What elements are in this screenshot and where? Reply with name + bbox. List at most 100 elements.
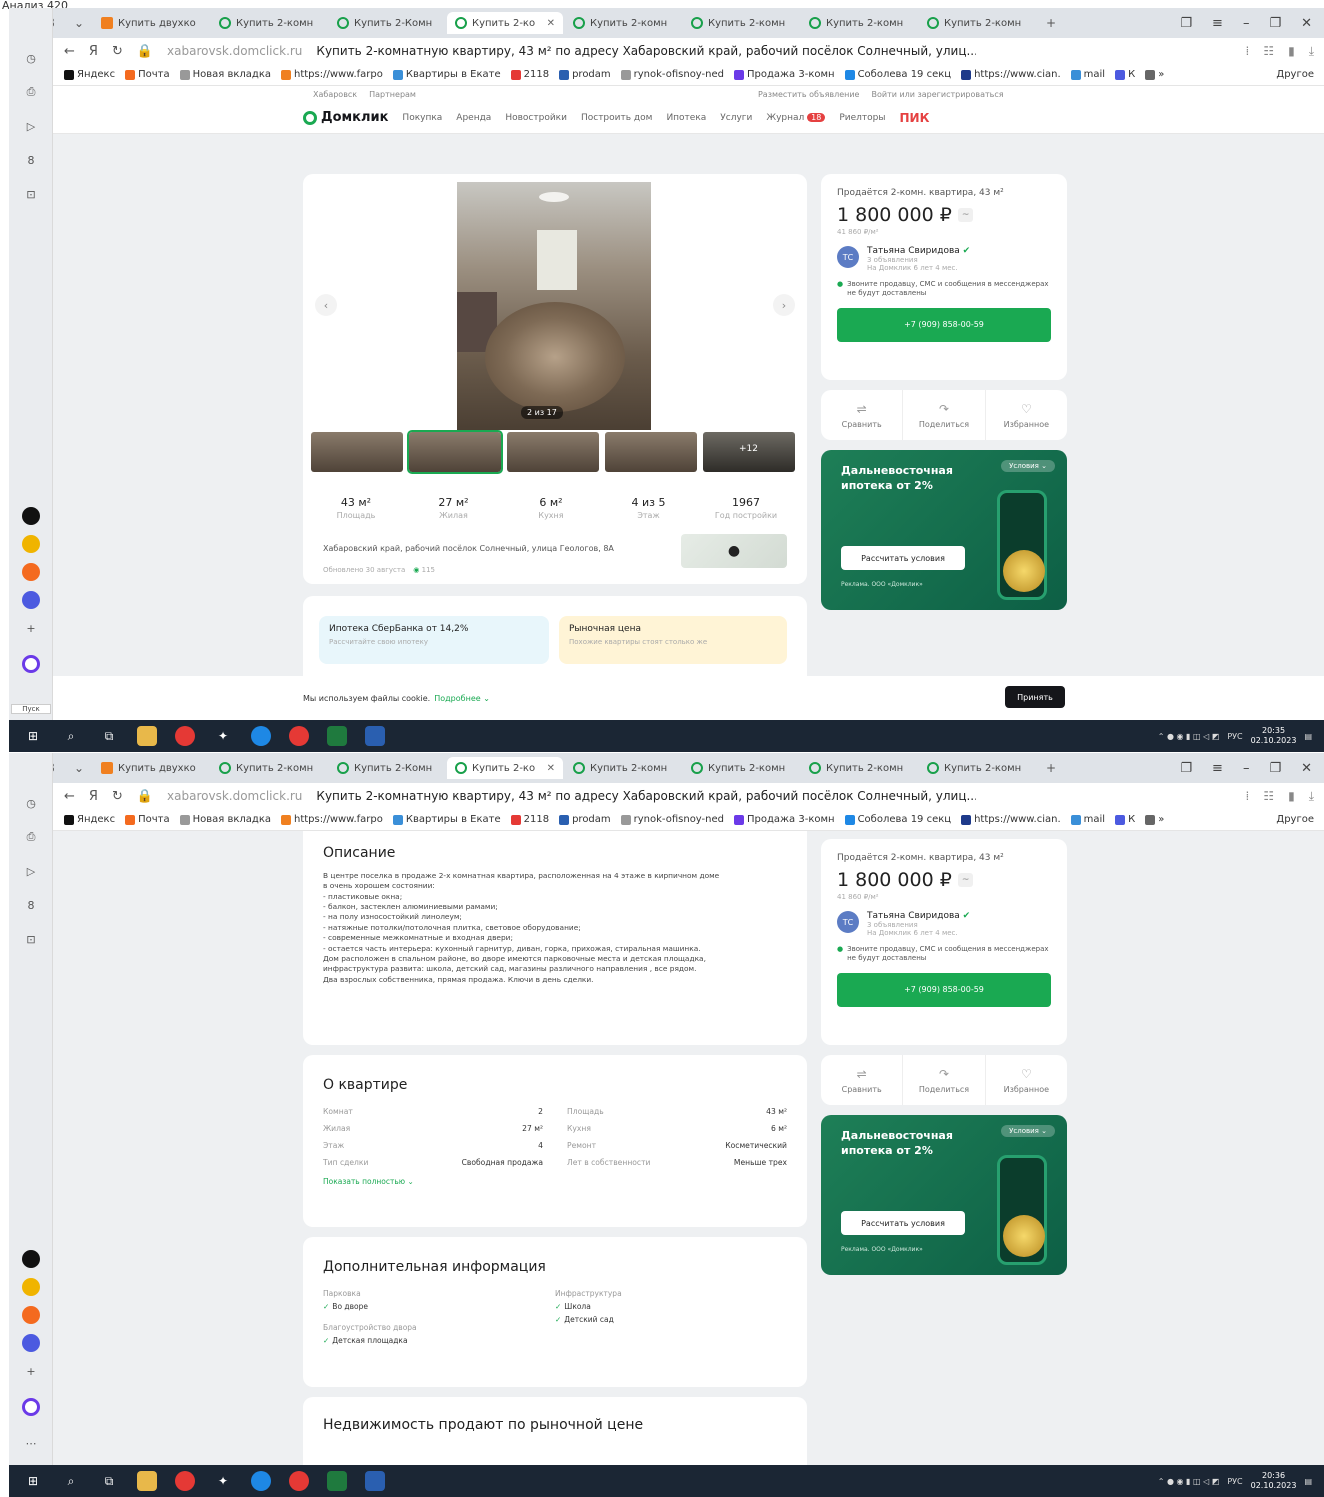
close-icon[interactable]: ✕ xyxy=(1301,761,1312,776)
play-icon[interactable]: ▷ xyxy=(21,861,41,881)
bookmark-item[interactable]: https://www.cian. xyxy=(961,69,1061,80)
back-icon[interactable]: ← xyxy=(64,44,75,59)
back-icon[interactable]: ← xyxy=(64,789,75,804)
bookmark-icon[interactable]: ▮ xyxy=(1288,44,1295,59)
browser-tab[interactable]: Купить 2-ко ✕ xyxy=(447,12,563,34)
conditions-dropdown[interactable]: Условия ⌄ xyxy=(1001,460,1055,472)
edge-icon[interactable] xyxy=(251,726,271,746)
browser-tab[interactable]: Купить 2-комн xyxy=(211,12,327,34)
search-icon[interactable]: ⌕ xyxy=(61,726,81,746)
clock[interactable]: 20:36 02.10.2023 xyxy=(1251,1471,1297,1490)
cookie-more-link[interactable]: Подробнее ⌄ xyxy=(434,694,490,703)
excel-icon[interactable] xyxy=(327,1471,347,1491)
bookmark-item[interactable]: Соболева 19 секц xyxy=(844,69,951,80)
browser-tab[interactable]: Купить 2-Комн xyxy=(329,12,445,34)
notifications-icon[interactable]: ▤ xyxy=(1304,1477,1312,1486)
language-indicator[interactable]: РУС xyxy=(1227,732,1242,741)
sber-promo[interactable]: Ипотека СберБанка от 14,2% Рассчитайте св… xyxy=(319,616,549,664)
bookmark-item[interactable]: https://www.farpo xyxy=(280,814,383,825)
share-button[interactable]: ↷ Поделиться xyxy=(903,1055,986,1105)
minimize-icon[interactable]: – xyxy=(1243,761,1250,776)
thumbnail[interactable] xyxy=(407,430,503,474)
start-icon[interactable]: ⊞ xyxy=(23,1471,43,1491)
yandex-icon[interactable] xyxy=(289,1471,309,1491)
browser-tab[interactable]: Купить 2-комн xyxy=(683,757,799,779)
other-bookmarks[interactable]: Другое xyxy=(1276,814,1324,825)
bookmark-item[interactable]: prodam xyxy=(559,69,611,80)
browser-tab[interactable]: Купить 2-комн xyxy=(801,757,917,779)
excel-icon[interactable] xyxy=(327,726,347,746)
task-view-icon[interactable]: ⧉ xyxy=(99,1471,119,1491)
alice-icon[interactable] xyxy=(21,1397,41,1417)
menu-icon[interactable]: ≡ xyxy=(1212,16,1223,31)
bookmark-item[interactable]: Яндекс xyxy=(64,814,115,825)
bookmark-item[interactable]: Продажа 3-комн xyxy=(734,69,835,80)
close-icon[interactable]: ✕ xyxy=(1301,16,1312,31)
app-icon[interactable]: ✦ xyxy=(213,726,233,746)
pik-logo[interactable]: ПИК xyxy=(899,111,929,125)
reload-icon[interactable]: ↻ xyxy=(112,44,123,59)
bookmark-item[interactable]: rynok-ofisnoy-ned xyxy=(620,814,724,825)
bookmark-item[interactable]: » xyxy=(1145,814,1164,825)
agent[interactable]: ТС Татьяна Свиридова ✔ 3 объявления На Д… xyxy=(837,246,1051,272)
other-bookmarks[interactable]: Другое xyxy=(1276,69,1324,80)
yandex-icon[interactable]: Я xyxy=(89,44,98,59)
nav-services[interactable]: Услуги xyxy=(720,113,752,123)
start-icon[interactable]: ⊞ xyxy=(23,726,43,746)
tray-icons[interactable]: ⌃ ● ◉ ▮ ◫ ◁ ◩ xyxy=(1158,1477,1220,1486)
gallery-icon[interactable]: ⊡ xyxy=(21,929,41,949)
app-messenger-icon[interactable] xyxy=(21,590,41,610)
new-tab-icon[interactable]: + xyxy=(1040,757,1062,779)
prev-photo-icon[interactable]: ‹ xyxy=(315,294,337,316)
alice-icon[interactable] xyxy=(21,654,41,674)
menu-icon[interactable]: ≡ xyxy=(1212,761,1223,776)
gallery-icon[interactable]: ⊡ xyxy=(21,184,41,204)
search-icon[interactable]: ⌕ xyxy=(61,1471,81,1491)
word-icon[interactable] xyxy=(365,1471,385,1491)
history-icon[interactable]: ◷ xyxy=(21,48,41,68)
browser-tab[interactable]: Купить 2-Комн xyxy=(329,757,445,779)
edge-icon[interactable] xyxy=(251,1471,271,1491)
collections-icon[interactable]: ⎙ xyxy=(21,827,41,847)
bookmark-item[interactable]: Яндекс xyxy=(64,69,115,80)
restore-icon[interactable]: ❐ xyxy=(1269,16,1281,31)
browser-tab[interactable]: Купить 2-комн xyxy=(919,12,1035,34)
thumbnail[interactable] xyxy=(507,432,599,472)
app-icon[interactable]: ✦ xyxy=(213,1471,233,1491)
domclick-logo[interactable]: Домклик xyxy=(303,110,388,125)
tabs-dropdown-icon[interactable]: ⌄ xyxy=(68,757,90,779)
price-history-icon[interactable]: ~ xyxy=(957,208,974,222)
bookmark-item[interactable]: mail xyxy=(1070,69,1105,80)
notifications-icon[interactable]: ▤ xyxy=(1304,732,1312,741)
add-app-icon[interactable]: + xyxy=(21,1361,41,1381)
bookmark-item[interactable]: Продажа 3-комн xyxy=(734,814,835,825)
partners-link[interactable]: Партнерам xyxy=(369,90,416,99)
nav-mortgage[interactable]: Ипотека xyxy=(666,113,706,123)
browser-tab[interactable]: Купить 2-ко ✕ xyxy=(447,757,563,779)
explorer-icon[interactable] xyxy=(137,726,157,746)
download-icon[interactable]: ⤓ xyxy=(1309,789,1314,804)
bookmark-item[interactable]: Квартиры в Екате xyxy=(392,69,501,80)
bookmark-item[interactable]: Почта xyxy=(125,69,170,80)
favorite-button[interactable]: ♡ Избранное xyxy=(986,1055,1067,1105)
yandex-icon[interactable]: Я xyxy=(89,789,98,804)
compare-button[interactable]: ⇌ Сравнить xyxy=(821,1055,904,1105)
counter-icon[interactable]: 8 xyxy=(21,895,41,915)
language-indicator[interactable]: РУС xyxy=(1227,1477,1242,1486)
nav-buy[interactable]: Покупка xyxy=(402,113,442,123)
nav-newbuild[interactable]: Новостройки xyxy=(505,113,567,123)
app-mail-icon[interactable] xyxy=(21,562,41,582)
collections-icon[interactable]: ⎙ xyxy=(21,82,41,102)
market-price-promo[interactable]: Рыночная цена Похожие квартиры стоят стол… xyxy=(559,616,787,664)
agent[interactable]: ТС Татьяна Свиридова ✔ 3 объявления На Д… xyxy=(837,911,1051,937)
explorer-icon[interactable] xyxy=(137,1471,157,1491)
price-history-icon[interactable]: ~ xyxy=(957,873,974,887)
map-pin-icon[interactable]: ● xyxy=(681,534,787,568)
yandex-icon[interactable] xyxy=(289,726,309,746)
phone-button[interactable]: +7 (909) 858-00-59 xyxy=(837,972,1051,1007)
bookmark-item[interactable]: prodam xyxy=(559,814,611,825)
browser-tab[interactable]: Купить двухко xyxy=(93,757,209,779)
bookmark-item[interactable]: https://www.farpo xyxy=(280,69,383,80)
browser-tab[interactable]: Купить 2-комн xyxy=(565,757,681,779)
phone-button[interactable]: +7 (909) 858-00-59 xyxy=(837,307,1051,342)
